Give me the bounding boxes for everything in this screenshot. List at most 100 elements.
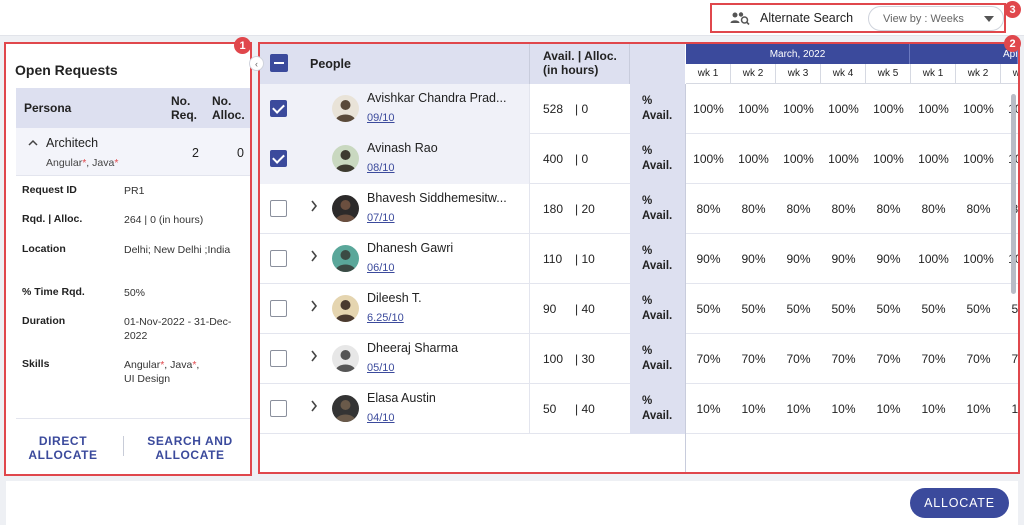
availability-cell: 70%: [876, 352, 901, 366]
select-all-checkbox[interactable]: [270, 54, 288, 72]
table-row[interactable]: Bhavesh Siddhemesitw... 07/10 180 | 20 % Avai…: [260, 184, 1018, 234]
availability-cell: 100%: [693, 102, 724, 116]
availability-cell: 100%: [783, 102, 814, 116]
availability-cell: 100%: [918, 102, 949, 116]
availability-cell: 50%: [741, 302, 766, 316]
chevron-right-icon[interactable]: [310, 250, 318, 265]
availability-cell: 80%: [966, 202, 991, 216]
row-checkbox[interactable]: [270, 250, 287, 267]
avatar: [332, 145, 359, 172]
availability-cell: 80%: [876, 202, 901, 216]
avail-alloc-value: 528 | 0: [543, 102, 589, 116]
availability-cell: 50%: [966, 302, 991, 316]
search-and-allocate-button[interactable]: SEARCH AND ALLOCATE: [140, 434, 240, 462]
availability-cell: 100%: [828, 152, 859, 166]
availability-cell: 80%: [696, 202, 721, 216]
availability-cell: 100%: [963, 102, 994, 116]
week-header: wk 1: [911, 64, 956, 84]
vertical-scrollbar[interactable]: [1011, 94, 1016, 464]
person-cell: Bhavesh Siddhemesitw... 07/10: [260, 184, 530, 234]
availability-cell: 90%: [876, 252, 901, 266]
availability-cell: 80%: [786, 202, 811, 216]
person-cell: Avinash Rao 08/10: [260, 134, 530, 184]
person-cell: Avishkar Chandra Prad... 09/10: [260, 84, 530, 134]
avail-alloc-value: 100 | 30: [543, 352, 595, 366]
avatar: [332, 345, 359, 372]
scrollbar-thumb[interactable]: [1011, 94, 1016, 294]
person-cell: Dheeraj Sharma 05/10: [260, 334, 530, 384]
table-row[interactable]: Avishkar Chandra Prad... 09/10 528 | 0 % Avai…: [260, 84, 1018, 134]
collapse-panel-icon[interactable]: ‹: [249, 56, 264, 71]
people-grid: People Avail. | Alloc. (in hours) March,…: [258, 42, 1020, 474]
avail-alloc-value: 110 | 10: [543, 252, 595, 266]
avatar: [332, 245, 359, 272]
table-row[interactable]: Dileesh T. 6.25/10 90 | 40 % Avail. 50% 50% 50% 5…: [260, 284, 1018, 334]
row-checkbox[interactable]: [270, 100, 287, 117]
table-row[interactable]: Dheeraj Sharma 05/10 100 | 30 % Avail. 70% 70% 7…: [260, 334, 1018, 384]
availability-cell: 70%: [966, 352, 991, 366]
person-score-link[interactable]: 04/10: [367, 412, 395, 424]
person-score-link[interactable]: 08/10: [367, 162, 395, 174]
week-header: wk 3: [776, 64, 821, 84]
persona-alloc-count: 0: [237, 146, 244, 160]
person-name: Elasa Austin: [367, 391, 436, 405]
table-row[interactable]: Elasa Austin 04/10 50 | 40 % Avail. 10% 10% 10% 1…: [260, 384, 1018, 434]
row-checkbox[interactable]: [270, 300, 287, 317]
chevron-right-icon[interactable]: [310, 350, 318, 365]
availability-cell: 10%: [786, 402, 811, 416]
pct-avail-label: % Avail.: [630, 134, 685, 184]
persona-header: Persona: [24, 101, 72, 115]
top-bar: Alternate Search View by : Weeks: [0, 0, 1024, 36]
availability-cell: 90%: [831, 252, 856, 266]
week-header: wk 4: [821, 64, 866, 84]
availability-cell: 100%: [738, 152, 769, 166]
people-search-icon[interactable]: [730, 10, 752, 26]
person-score-link[interactable]: 09/10: [367, 112, 395, 124]
button-separator: [123, 436, 124, 456]
availability-cell: 100%: [783, 152, 814, 166]
week-header: wk 1: [686, 64, 731, 84]
open-requests-panel: Open Requests Persona No. Req. No. Alloc…: [4, 42, 252, 476]
direct-allocate-button[interactable]: DIRECT ALLOCATE: [28, 434, 98, 462]
view-by-select[interactable]: View by : Weeks: [868, 6, 1004, 31]
row-checkbox[interactable]: [270, 200, 287, 217]
alternate-search-label[interactable]: Alternate Search: [760, 11, 853, 25]
availability-cell: 70%: [921, 352, 946, 366]
no-req-header: No. Req.: [171, 94, 198, 122]
person-score-link[interactable]: 6.25/10: [367, 312, 404, 324]
availability-cell: 70%: [696, 352, 721, 366]
availability-cell: 50%: [876, 302, 901, 316]
chevron-right-icon[interactable]: [310, 400, 318, 415]
availability-cell: 10%: [741, 402, 766, 416]
table-row[interactable]: Dhanesh Gawri 06/10 110 | 10 % Avail. 90% 90% 90…: [260, 234, 1018, 284]
person-score-link[interactable]: 07/10: [367, 212, 395, 224]
availability-cell: 50%: [921, 302, 946, 316]
allocate-button[interactable]: ALLOCATE: [910, 488, 1009, 518]
no-alloc-header: No. Alloc.: [212, 94, 245, 122]
annotation-badge-1: 1: [234, 37, 251, 54]
availability-cell: 80%: [741, 202, 766, 216]
chevron-right-icon[interactable]: [310, 300, 318, 315]
availability-cell: 10%: [921, 402, 946, 416]
row-checkbox[interactable]: [270, 150, 287, 167]
chevron-up-icon[interactable]: [28, 136, 38, 150]
chevron-right-icon[interactable]: [310, 200, 318, 215]
person-score-link[interactable]: 05/10: [367, 362, 395, 374]
availability-cell: 100%: [738, 102, 769, 116]
footer-bar: [6, 481, 1018, 525]
week-header: wk 3: [1001, 64, 1018, 84]
row-checkbox[interactable]: [270, 350, 287, 367]
persona-row[interactable]: Architech Angular*, Java* 2 0: [16, 128, 250, 176]
person-score-link[interactable]: 06/10: [367, 262, 395, 274]
availability-cell: 90%: [696, 252, 721, 266]
availability-cell: 10%: [876, 402, 901, 416]
row-checkbox[interactable]: [270, 400, 287, 417]
table-row[interactable]: Avinash Rao 08/10 400 | 0 % Avail. 100% 100% 100…: [260, 134, 1018, 184]
person-cell: Dileesh T. 6.25/10: [260, 284, 530, 334]
availability-cell: 50%: [696, 302, 721, 316]
avatar: [332, 195, 359, 222]
week-header: wk 2: [731, 64, 776, 84]
person-name: Avishkar Chandra Prad...: [367, 91, 507, 105]
persona-table-header: Persona No. Req. No. Alloc.: [16, 88, 250, 128]
availability-cell: 100%: [963, 152, 994, 166]
